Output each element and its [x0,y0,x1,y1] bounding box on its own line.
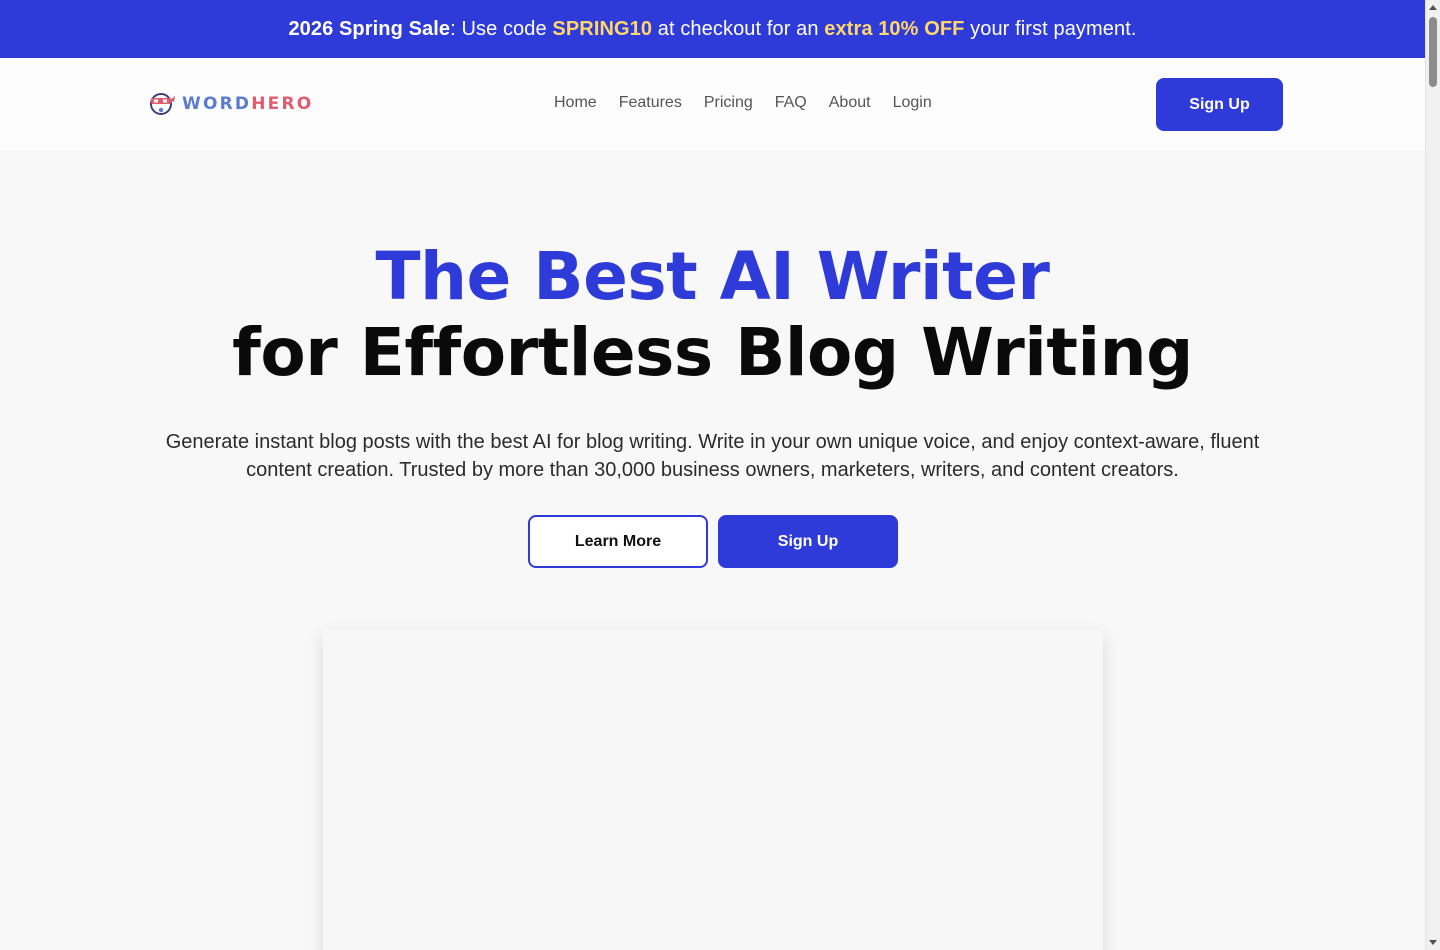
hero-subtitle: Generate instant blog posts with the bes… [165,431,1260,481]
page: 2026 Spring Sale: Use code SPRING10 at c… [0,0,1425,950]
nav-pricing[interactable]: Pricing [704,94,753,112]
hero-signup-button[interactable]: Sign Up [718,515,898,568]
nav-about[interactable]: About [829,94,871,112]
hero-section: The Best AI Writer for Effortless Blog W… [0,150,1425,950]
scroll-up-arrow-icon[interactable] [1429,5,1437,10]
logo[interactable]: WORDHERO [148,90,313,118]
logo-text: WORDHERO [182,94,313,114]
scroll-down-arrow-icon[interactable] [1429,940,1437,945]
nav-features[interactable]: Features [619,94,682,112]
promo-discount: extra 10% OFF [824,17,965,40]
main-nav: Home Features Pricing FAQ About Login [554,94,932,112]
hero-cta-group: Learn More Sign Up [528,515,898,568]
page-scrollbar[interactable] [1425,0,1440,950]
learn-more-button[interactable]: Learn More [528,515,708,568]
scroll-thumb[interactable] [1429,17,1437,87]
promo-text-2: at checkout for an [652,17,825,40]
nav-faq[interactable]: FAQ [775,94,807,112]
promo-banner: 2026 Spring Sale: Use code SPRING10 at c… [0,0,1425,58]
hero-title-line-1: The Best AI Writer [375,238,1050,315]
logo-word-2: HERO [251,94,314,114]
hero-media-card [323,630,1103,950]
site-header: WORDHERO Home Features Pricing FAQ About… [0,58,1425,150]
logo-word-1: WORD [182,94,252,114]
promo-code: SPRING10 [552,17,653,40]
promo-text-1: : Use code [450,17,553,40]
header-signup-button[interactable]: Sign Up [1156,78,1283,131]
promo-sale-name: 2026 Spring Sale [288,17,451,40]
nav-home[interactable]: Home [554,94,597,112]
ninja-mascot-icon [150,93,175,115]
promo-text-3: your first payment. [964,17,1137,40]
hero-title-line-2: for Effortless Blog Writing [232,314,1193,391]
nav-login[interactable]: Login [893,94,932,112]
